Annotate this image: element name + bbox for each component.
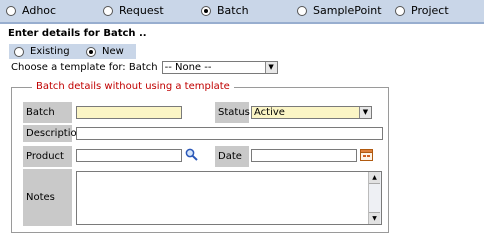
mode-new-radio[interactable] bbox=[86, 46, 96, 57]
notes-label: Notes bbox=[23, 169, 72, 226]
mode-new-label: New bbox=[102, 46, 124, 57]
tab-adhoc[interactable]: Adhoc bbox=[6, 4, 56, 17]
batch-input[interactable] bbox=[76, 106, 182, 119]
tab-batch[interactable]: Batch bbox=[201, 4, 249, 17]
entity-tab-bar: Adhoc Request Batch SamplePoint Project bbox=[0, 0, 484, 24]
status-label: Status bbox=[215, 102, 250, 123]
tab-project-radio[interactable] bbox=[395, 5, 405, 16]
tab-project-label: Project bbox=[411, 4, 449, 17]
tab-samplepoint[interactable]: SamplePoint bbox=[297, 4, 382, 17]
search-icon[interactable] bbox=[185, 148, 199, 161]
tab-adhoc-radio[interactable] bbox=[6, 5, 16, 16]
date-label: Date bbox=[215, 146, 249, 167]
notes-scrollbar[interactable]: ▲ ▼ bbox=[368, 172, 381, 224]
scroll-down-icon[interactable]: ▼ bbox=[369, 212, 380, 224]
template-label: Choose a template for: Batch bbox=[11, 62, 158, 73]
status-select-value: Active bbox=[254, 107, 285, 118]
mode-selector: Existing New bbox=[9, 44, 136, 59]
description-label: Description bbox=[23, 125, 83, 142]
product-input[interactable] bbox=[76, 149, 182, 162]
status-select[interactable]: Active ▼ bbox=[251, 106, 372, 119]
calendar-icon[interactable] bbox=[360, 149, 373, 161]
scroll-up-icon[interactable]: ▲ bbox=[369, 172, 380, 184]
chevron-down-icon[interactable]: ▼ bbox=[264, 62, 277, 73]
notes-textarea[interactable]: ▲ ▼ bbox=[76, 171, 382, 225]
mode-new[interactable]: New bbox=[86, 46, 124, 57]
fieldset-legend: Batch details without using a template bbox=[32, 81, 234, 92]
batch-label: Batch bbox=[23, 102, 72, 123]
tab-adhoc-label: Adhoc bbox=[22, 4, 57, 17]
template-row: Choose a template for: Batch -- None -- … bbox=[11, 61, 278, 74]
page-heading: Enter details for Batch .. bbox=[8, 28, 147, 39]
date-input[interactable] bbox=[251, 149, 357, 162]
mode-existing-label: Existing bbox=[30, 46, 70, 57]
template-select-value: -- None -- bbox=[164, 62, 212, 73]
tab-project[interactable]: Project bbox=[395, 4, 449, 17]
mode-existing-radio[interactable] bbox=[14, 46, 24, 57]
tab-request-label: Request bbox=[119, 4, 164, 17]
tab-batch-label: Batch bbox=[217, 4, 249, 17]
tab-request[interactable]: Request bbox=[103, 4, 164, 17]
chevron-down-icon[interactable]: ▼ bbox=[359, 107, 371, 118]
template-select[interactable]: -- None -- ▼ bbox=[161, 61, 278, 74]
mode-existing[interactable]: Existing bbox=[14, 46, 70, 57]
batch-details-fieldset: Batch details without using a template B… bbox=[11, 81, 389, 233]
tab-samplepoint-label: SamplePoint bbox=[313, 4, 382, 17]
tab-request-radio[interactable] bbox=[103, 5, 113, 16]
tab-samplepoint-radio[interactable] bbox=[297, 5, 307, 16]
tab-batch-radio[interactable] bbox=[201, 5, 211, 16]
product-label: Product bbox=[23, 146, 72, 167]
description-input[interactable] bbox=[76, 127, 383, 140]
